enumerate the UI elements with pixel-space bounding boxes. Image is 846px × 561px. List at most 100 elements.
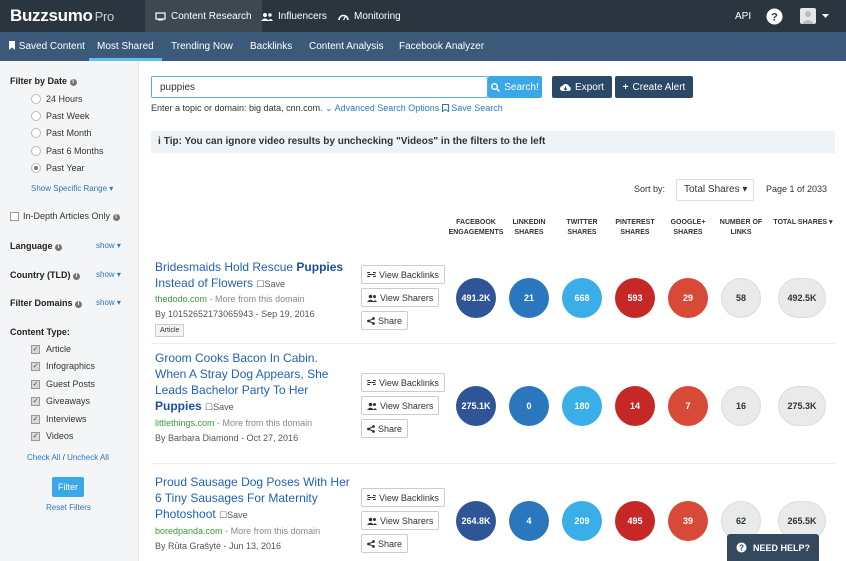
view-backlinks-button[interactable]: View Backlinks [361,265,445,284]
radio-past-week[interactable] [31,111,41,121]
nav-content-research[interactable]: Content Research [145,0,262,32]
help-icon[interactable]: ? [766,0,783,32]
checkbox-interviews[interactable]: ✓ [31,415,40,424]
twitter-shares: 209 [562,501,602,541]
view-sharers-button[interactable]: View Sharers [361,288,440,307]
sort-select[interactable]: Total Shares ▾ [676,179,754,201]
result-domain-2: littlethings.com - More from this domain [155,418,312,428]
more-from-domain-link[interactable]: - More from this domain [210,294,305,304]
radio-past-month[interactable] [31,128,41,138]
result-domain-1: thedodo.com - More from this domain [155,294,305,304]
view-backlinks-button[interactable]: View Backlinks [361,488,445,507]
domain-link[interactable]: littlethings.com [155,418,215,428]
filter-button[interactable]: Filter [52,477,84,497]
result-title-1[interactable]: Bridesmaids Hold Rescue Puppies Instead … [155,259,350,292]
logo[interactable]: Buzzsumo Pro [10,6,114,26]
save-search-link[interactable]: Save Search [441,103,503,113]
result-title-2[interactable]: Groom Cooks Bacon In Cabin. When A Stray… [155,350,355,415]
more-from-domain-link[interactable]: - More from this domain [225,526,320,536]
more-from-domain-link[interactable]: - More from this domain [217,418,312,428]
advanced-search-link[interactable]: ⌄ Advanced Search Options [325,103,439,113]
language-show-link[interactable]: show ▾ [96,241,121,250]
api-link[interactable]: API [735,0,751,32]
info-icon: i [55,244,63,251]
link-icon [367,380,376,385]
info-icon: i [75,301,83,308]
linkedin-shares: 4 [509,501,549,541]
content-type-tag: Article [155,324,185,337]
checkbox-giveaways[interactable]: ✓ [31,397,40,406]
checkbox-videos[interactable]: ✓ [31,432,40,441]
domain-link[interactable]: boredpanda.com [155,526,223,536]
radio-24-hours[interactable] [31,94,41,104]
share-button[interactable]: Share [361,419,409,438]
content-type-label: Article [46,344,72,354]
search-input[interactable] [151,76,488,98]
domain-link[interactable]: thedodo.com [155,294,207,304]
show-specific-range-link[interactable]: Show Specific Range ▾ [31,184,113,193]
tab-backlinks[interactable]: Backlinks [242,32,300,61]
nav-monitoring[interactable]: Monitoring [328,0,411,32]
googleplus-shares: 29 [668,278,708,318]
country-show-link[interactable]: show ▾ [96,270,121,279]
reset-filters-link[interactable]: Reset Filters [46,503,91,512]
result-divider [151,463,835,464]
check-all-link[interactable]: Check All [27,453,60,462]
chevron-down-icon [822,13,829,18]
tip-banner: i Tip: You can ignore video results by un… [151,131,835,153]
result-byline-3: By Rūta Grašytė - Jun 13, 2016 [155,541,282,551]
export-button[interactable]: Export [552,76,612,98]
tab-trending-now[interactable]: Trending Now [163,32,241,61]
checkbox-infographics[interactable]: ✓ [31,362,40,371]
share-button[interactable]: Share [361,311,409,330]
content-type-heading: Content Type: [10,327,70,337]
view-sharers-button[interactable]: View Sharers [361,396,440,415]
radio-past-6-months[interactable] [31,146,41,156]
content-type-label: Giveaways [46,396,91,406]
content-type-label: Videos [46,431,74,441]
result-byline-1: By 1015265217306594​3 - Sep 19, 2016 [155,309,315,319]
tab-facebook-analyzer[interactable]: Facebook Analyzer [391,32,492,61]
tab-most-shared[interactable]: Most Shared [89,32,162,61]
col-facebook: FACEBOOK ENGAGEMENTS [448,219,504,236]
checkbox-article[interactable]: ✓ [31,345,40,354]
view-sharers-button[interactable]: View Sharers [361,511,440,530]
check-toggle-links: Check All / Uncheck All [27,453,109,462]
facebook-engagements: 264.8K [456,501,496,541]
date-option-label: Past Week [46,111,90,121]
pinterest-shares: 495 [615,501,655,541]
domains-show-link[interactable]: show ▾ [96,298,121,307]
create-alert-button[interactable]: + Create Alert [615,76,693,98]
svg-text:?: ? [771,11,778,23]
search-button[interactable]: Search! [488,76,542,98]
checkbox-guest-posts[interactable]: ✓ [31,380,40,389]
save-link[interactable]: ☐Save [205,402,234,412]
sort-label: Sort by: [634,184,666,194]
result-divider [151,343,835,344]
users-icon [367,294,377,302]
result-title-3[interactable]: Proud Sausage Dog Poses With Her 6 Tiny … [155,474,355,523]
save-link[interactable]: ☐Save [256,279,285,289]
bookmark-icon [9,41,15,50]
view-backlinks-button[interactable]: View Backlinks [361,373,445,392]
col-googleplus: GOOGLE+ SHARES [670,219,706,236]
gauge-icon [338,14,349,20]
tab-content-analysis[interactable]: Content Analysis [301,32,392,61]
users-icon [367,517,377,525]
search-icon [491,82,501,92]
result-byline-2: By Barbara Diamond - Oct 27, 2016 [155,433,299,443]
uncheck-all-link[interactable]: Uncheck All [67,453,109,462]
tab-saved-content[interactable]: Saved Content [0,32,93,61]
facebook-engagements: 491.2K [456,278,496,318]
nav-influencers[interactable]: Influencers [251,0,337,32]
col-total-shares[interactable]: TOTAL SHARES ▾ [767,218,839,228]
need-help-button[interactable]: ? NEED HELP? [727,534,819,561]
date-option-label: 24 Hours [46,94,83,104]
share-button[interactable]: Share [361,534,409,553]
save-link[interactable]: ☐Save [219,510,248,520]
in-depth-checkbox[interactable] [10,212,19,221]
user-menu[interactable] [800,0,829,32]
radio-past-year[interactable] [31,163,41,173]
share-icon [367,539,375,548]
info-icon: i [69,79,77,86]
